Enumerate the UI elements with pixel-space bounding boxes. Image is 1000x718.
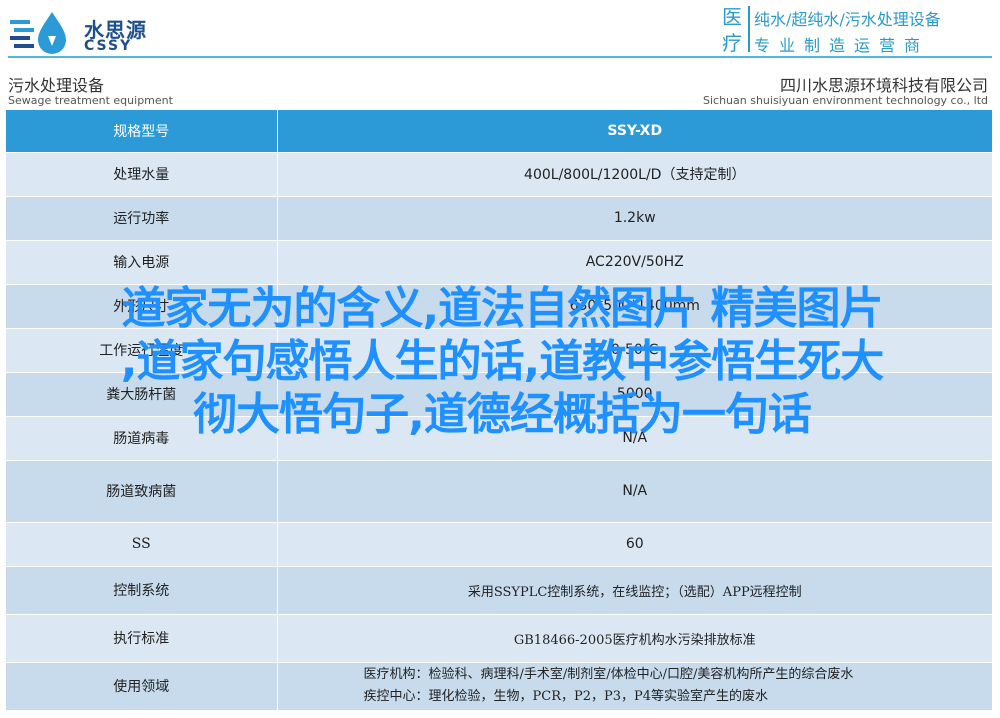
row-value: N/A	[277, 460, 992, 523]
table-row: 处理水量 400L/800L/1200L/D（支持定制）	[6, 152, 992, 197]
table-row: 使用领域 医疗机构：检验科、病理科/手术室/制剂室/体检中心/口腔/美容机构所产…	[6, 662, 992, 711]
row-label: 执行标准	[6, 614, 278, 663]
row-label: 控制系统	[6, 566, 278, 615]
table-header-row: 规格型号 SSY-XD	[6, 110, 992, 153]
water-drop-logo-icon	[10, 12, 66, 54]
row-value-line: 医疗机构：检验科、病理科/手术室/制剂室/体检中心/口腔/美容机构所产生的综合废…	[363, 667, 854, 682]
table-row: 运行功率 1.2kw	[6, 196, 992, 241]
row-label: 肠道致病菌	[6, 460, 278, 523]
table-header-value: SSY-XD	[277, 110, 992, 153]
table-row: 输入电源 AC220V/50HZ	[6, 240, 992, 285]
header-divider	[8, 56, 992, 58]
row-label: 处理水量	[6, 152, 278, 197]
product-category-en: Sewage treatment equipment	[8, 94, 173, 107]
row-value: 400L/800L/1200L/D（支持定制）	[277, 152, 992, 197]
overlay-headline: 道家无为的含义,道法自然图片 精美图片 ,道家句感悟人生的话,道教中参悟生死大 …	[6, 282, 998, 441]
table-row: 控制系统 采用SSYPLC控制系统，在线监控；（选配）APP远程控制	[6, 566, 992, 615]
row-label: 运行功率	[6, 196, 278, 241]
slogan-divider	[748, 6, 750, 52]
table-row: 肠道致病菌 N/A	[6, 460, 992, 523]
company-logo: 水思源 CSSY	[8, 8, 168, 58]
row-value: 60	[277, 522, 992, 567]
row-label: 使用领域	[6, 662, 278, 711]
overlay-line: 道家无为的含义,道法自然图片 精美图片	[121, 283, 883, 334]
table-header-label: 规格型号	[6, 110, 278, 153]
row-value: 1.2kw	[277, 196, 992, 241]
row-value: AC220V/50HZ	[277, 240, 992, 285]
product-category-cn: 污水处理设备	[8, 76, 105, 95]
company-name-cn: 四川水思源环境科技有限公司	[779, 76, 988, 95]
table-row: SS 60	[6, 522, 992, 567]
table-row: 执行标准 GB18466-2005医疗机构水污染排放标准	[6, 614, 992, 663]
row-value: 采用SSYPLC控制系统，在线监控；（选配）APP远程控制	[277, 566, 992, 615]
brand-name-en: CSSY	[84, 38, 133, 54]
slogan-tagline: 专业制造运营商	[754, 36, 930, 55]
overlay-line: ,道家句感悟人生的话,道教中参悟生死大	[120, 336, 884, 387]
company-name-en: Sichuan shuisiyuan environment technolog…	[702, 94, 988, 107]
row-label: SS	[6, 522, 278, 567]
row-value-line: 疾控中心：理化检验，生物，PCR，P2，P3，P4等实验室产生的废水	[363, 689, 769, 704]
overlay-line: 彻大悟句子,道德经概括为一句话	[193, 389, 812, 440]
row-value: GB18466-2005医疗机构水污染排放标准	[277, 614, 992, 663]
header-slogan: 医疗 纯水/超纯水/污水处理设备 专业制造运营商	[718, 4, 994, 56]
slogan-medical: 医疗	[722, 5, 742, 55]
row-value-multiline: 医疗机构：检验科、病理科/手术室/制剂室/体检中心/口腔/美容机构所产生的综合废…	[277, 662, 992, 711]
slogan-products: 纯水/超纯水/污水处理设备	[754, 10, 941, 29]
row-label: 输入电源	[6, 240, 278, 285]
